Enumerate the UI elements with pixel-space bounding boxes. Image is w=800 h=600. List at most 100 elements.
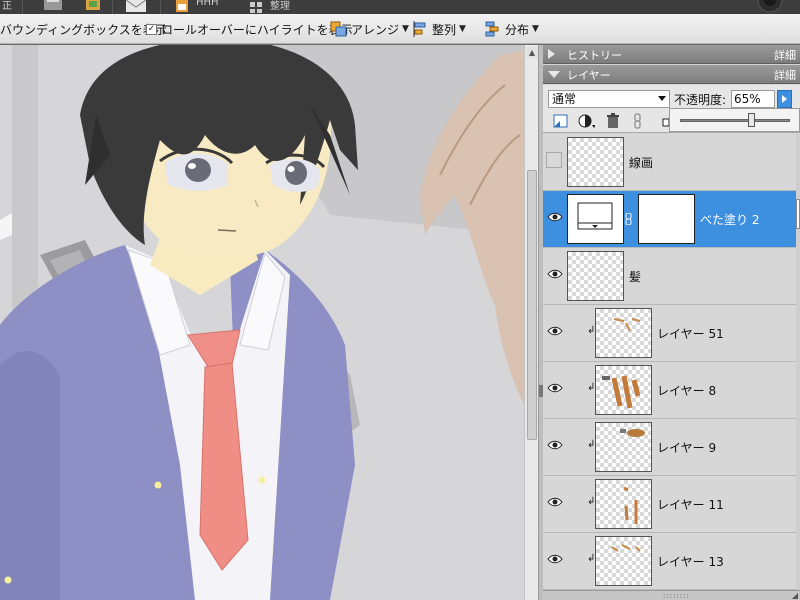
- layer-name: 線画: [629, 156, 654, 170]
- topbar-divider: [160, 0, 161, 14]
- layers-panel-header[interactable]: レイヤー 詳細: [543, 65, 800, 84]
- chevron-down-icon: [658, 96, 666, 101]
- align-icon: [413, 21, 426, 37]
- calendar-icon[interactable]: [174, 0, 190, 14]
- bounding-box-option[interactable]: バウンディングボックスを表示: [0, 21, 167, 37]
- layer-row[interactable]: ↲ レイヤー 9: [543, 419, 796, 476]
- organizer-icon[interactable]: [82, 0, 104, 14]
- layer-row[interactable]: ↲ レイヤー 13: [543, 533, 796, 590]
- eye-icon[interactable]: [546, 380, 564, 396]
- topbar-divider: [112, 0, 113, 14]
- tool-options-bar: バウンディングボックスを表示 ✓ ロールオーバーにハイライトを表示 アレンジ ▼…: [0, 14, 800, 44]
- new-layer-icon[interactable]: [552, 113, 570, 129]
- layer-name: レイヤー 51: [657, 327, 724, 341]
- blend-mode-value: 通常: [552, 92, 577, 106]
- link-layers-icon[interactable]: [629, 113, 647, 129]
- layer-row[interactable]: べた塗り 2: [543, 191, 796, 248]
- history-more-button[interactable]: 詳細: [774, 47, 796, 63]
- scrollbar-thumb[interactable]: [527, 170, 537, 440]
- opacity-input[interactable]: 65%: [731, 90, 775, 108]
- history-panel-title: ヒストリー: [567, 49, 622, 62]
- visibility-toggle[interactable]: [546, 152, 562, 168]
- expand-triangle-icon[interactable]: [548, 49, 555, 59]
- topbar-mid-text: HHH: [196, 0, 219, 8]
- artwork-illustration: [0, 45, 524, 600]
- layer-row[interactable]: ↲ レイヤー 8: [543, 362, 796, 419]
- layer-name: レイヤー 9: [657, 441, 717, 455]
- fill-layer-thumbnail[interactable]: [567, 194, 624, 244]
- adjustment-layer-icon[interactable]: [577, 113, 595, 129]
- layer-name: レイヤー 11: [657, 498, 724, 512]
- layer-thumbnail[interactable]: [567, 251, 624, 301]
- chevron-down-icon: ▼: [532, 24, 539, 34]
- distribute-label: 分布: [505, 22, 530, 37]
- eye-icon[interactable]: [546, 437, 564, 453]
- chevron-down-icon: ▼: [459, 24, 466, 34]
- eye-icon[interactable]: [546, 266, 564, 282]
- topbar-divider: [22, 0, 23, 14]
- fill-layer-icon: [577, 202, 613, 230]
- chevron-down-icon: ▼: [402, 24, 409, 34]
- layer-thumbnail[interactable]: [595, 479, 652, 529]
- align-menu-button[interactable]: 整列 ▼: [411, 21, 466, 37]
- arrange-icon: [330, 21, 347, 37]
- eye-icon[interactable]: [546, 209, 564, 225]
- opacity-slider-popup: [669, 108, 800, 132]
- layer-thumbnail[interactable]: [595, 422, 652, 472]
- panel-resize-grip[interactable]: ::::::::: [663, 592, 690, 600]
- layer-name: レイヤー 13: [657, 555, 724, 569]
- layer-name: べた塗り 2: [700, 213, 760, 227]
- app-top-bar: 正 HHH 整理: [0, 0, 800, 14]
- layer-row[interactable]: 線画: [543, 134, 796, 191]
- align-label: 整列: [432, 22, 457, 37]
- eye-icon[interactable]: [546, 494, 564, 510]
- bounding-box-label: バウンディングボックスを表示: [0, 22, 167, 37]
- eye-icon[interactable]: [546, 551, 564, 567]
- layer-name: 髪: [629, 270, 642, 284]
- opacity-slider-track[interactable]: [680, 119, 790, 122]
- rollover-checkbox[interactable]: ✓: [146, 23, 157, 35]
- link-icon[interactable]: [625, 213, 633, 225]
- opacity-slider-thumb[interactable]: [747, 113, 755, 127]
- layers-list: 線画べた塗り 2 髪 ↲ レイヤー 51 ↲ レイヤー 8 ↲ レイヤー 9 ↲ レイヤー 11 ↲…: [543, 134, 800, 600]
- arrange-label: アレンジ: [351, 22, 400, 37]
- layers-scrollbar[interactable]: [796, 134, 800, 600]
- layers-scroll-thumb[interactable]: [796, 199, 800, 229]
- history-panel-header[interactable]: ヒストリー 詳細: [543, 45, 800, 64]
- layers-panel-title: レイヤー: [567, 69, 611, 82]
- arrange-menu-button[interactable]: アレンジ ▼: [330, 21, 409, 37]
- layer-row[interactable]: 髪: [543, 248, 796, 305]
- rollover-label: ロールオーバーにハイライトを表示: [161, 22, 353, 37]
- blend-mode-select[interactable]: 通常: [548, 90, 670, 108]
- layers-more-button[interactable]: 詳細: [774, 67, 796, 83]
- canvas-vertical-scrollbar[interactable]: ▲: [524, 45, 538, 600]
- eye-icon[interactable]: [546, 323, 564, 339]
- layer-thumbnail[interactable]: [595, 536, 652, 586]
- opacity-value: 65%: [734, 92, 761, 106]
- document-canvas[interactable]: [0, 45, 524, 600]
- layer-thumbnail[interactable]: [595, 365, 652, 415]
- rollover-highlight-option[interactable]: ✓ ロールオーバーにハイライトを表示: [146, 21, 353, 37]
- layer-mask-thumbnail[interactable]: [638, 194, 695, 244]
- distribute-menu-button[interactable]: 分布 ▼: [484, 21, 539, 37]
- email-icon[interactable]: [124, 0, 148, 14]
- scroll-up-button[interactable]: ▲: [526, 47, 538, 59]
- distribute-icon: [485, 21, 499, 37]
- panel-bottom-bar: :::::::: ◢: [543, 590, 800, 600]
- panel-bin: ヒストリー 詳細 レイヤー 詳細 通常 不透明度: 65% 線画べた塗り 2 髪 ↲…: [543, 45, 800, 600]
- collapse-triangle-icon[interactable]: [548, 71, 560, 78]
- topbar-right-text: 整理: [270, 1, 290, 12]
- grid-icon[interactable]: [248, 0, 266, 14]
- trash-icon[interactable]: [604, 113, 622, 129]
- resize-corner-icon[interactable]: ◢: [792, 591, 798, 600]
- opacity-slider-toggle[interactable]: [777, 90, 792, 108]
- layer-row[interactable]: ↲ レイヤー 11: [543, 476, 796, 533]
- print-icon[interactable]: [40, 0, 66, 14]
- layer-name: レイヤー 8: [657, 384, 717, 398]
- layer-options-bar: 通常 不透明度: 65%: [543, 85, 800, 133]
- layer-thumbnail[interactable]: [595, 308, 652, 358]
- layer-thumbnail[interactable]: [567, 137, 624, 187]
- topbar-left-text: 正: [2, 1, 12, 12]
- camera-lens-icon: [757, 0, 783, 13]
- layer-row[interactable]: ↲ レイヤー 51: [543, 305, 796, 362]
